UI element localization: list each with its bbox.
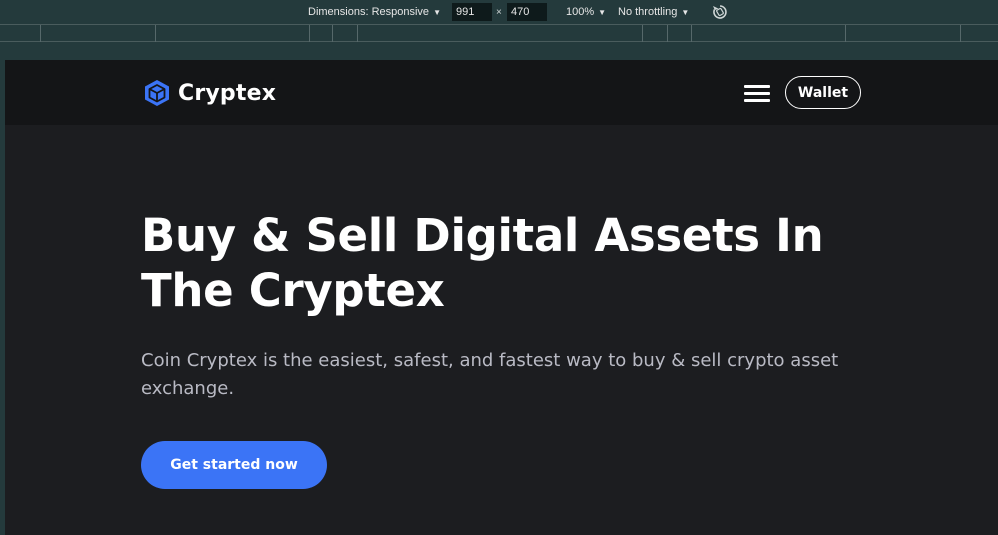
ruler-tick: [691, 25, 692, 42]
hero-subtitle: Coin Cryptex is the easiest, safest, and…: [141, 347, 881, 403]
chevron-down-icon: ▼: [433, 7, 441, 17]
throttling-dropdown[interactable]: No throttling ▼: [618, 0, 689, 24]
menu-bar: [744, 85, 770, 88]
ruler-tick: [845, 25, 846, 42]
media-query-ruler[interactable]: [0, 24, 998, 42]
ruler-tick: [332, 25, 333, 42]
ruler-tick: [155, 25, 156, 42]
rotate-icon: [713, 5, 727, 19]
ruler-tick: [309, 25, 310, 42]
device-toolbar: Dimensions: Responsive ▼ × 100% ▼ No thr…: [0, 0, 998, 24]
get-started-button[interactable]: Get started now: [141, 441, 327, 489]
dimensions-dropdown[interactable]: Dimensions: Responsive ▼: [308, 0, 441, 24]
chevron-down-icon: ▼: [681, 7, 690, 17]
hero-title: Buy & Sell Digital Assets In The Cryptex: [141, 208, 841, 318]
hero-subtitle-line: Coin Cryptex is the easiest, safest, and…: [141, 350, 839, 371]
hero-title-line: The Cryptex: [141, 264, 445, 317]
menu-bar: [744, 99, 770, 102]
cube-icon: [145, 80, 169, 106]
chevron-down-icon: ▼: [598, 7, 607, 17]
times-sign: ×: [496, 6, 502, 18]
ruler-tick: [960, 25, 961, 42]
width-input[interactable]: [452, 3, 492, 21]
hero-subtitle-line: exchange.: [141, 378, 235, 399]
throttling-label: No throttling: [618, 6, 678, 18]
brand-name: Cryptex: [178, 80, 277, 106]
hero-title-line: Buy & Sell Digital Assets In: [141, 209, 824, 262]
hamburger-menu-icon[interactable]: [744, 83, 770, 103]
ruler-tick: [667, 25, 668, 42]
height-input[interactable]: [507, 3, 547, 21]
menu-bar: [744, 92, 770, 95]
wallet-button[interactable]: Wallet: [785, 76, 861, 109]
page-viewport: Cryptex Wallet Buy & Sell Digital Assets…: [5, 60, 998, 535]
ruler-tick: [40, 25, 41, 42]
site-header: Cryptex Wallet: [5, 60, 998, 125]
ruler-tick: [642, 25, 643, 42]
zoom-label: 100%: [566, 6, 595, 18]
dimensions-label: Dimensions: Responsive: [308, 6, 430, 18]
rotate-button[interactable]: [712, 0, 728, 24]
zoom-dropdown[interactable]: 100% ▼: [566, 0, 606, 24]
brand-logo-link[interactable]: Cryptex: [144, 78, 276, 108]
ruler-tick: [357, 25, 358, 42]
